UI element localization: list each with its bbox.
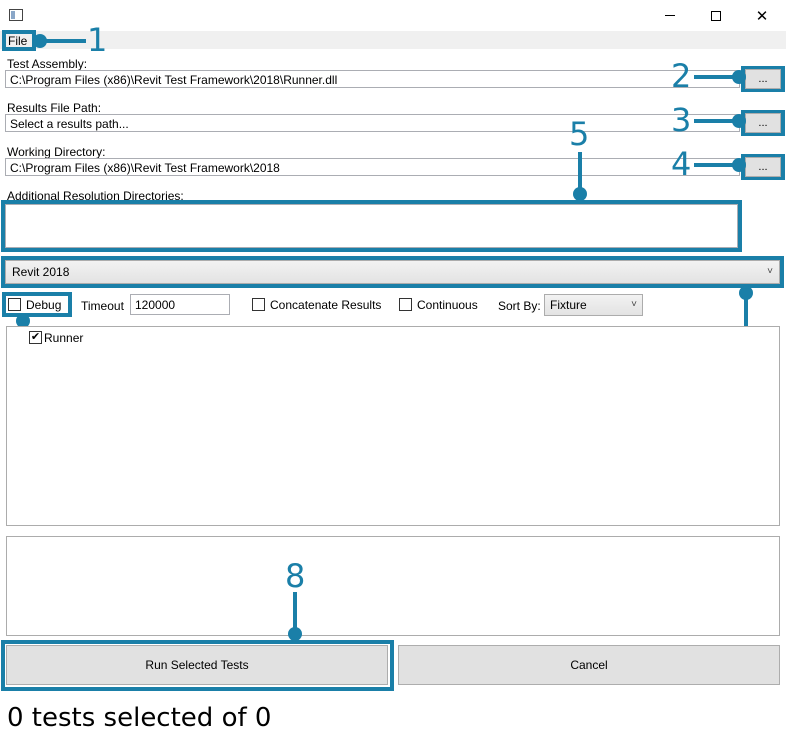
- maximize-icon: [711, 10, 721, 21]
- title-bar: ✕: [0, 0, 786, 31]
- callout-1-frame: [2, 30, 36, 51]
- callout-5-dot: [573, 187, 587, 201]
- debug-label: Debug: [26, 298, 62, 312]
- maximize-button[interactable]: [693, 0, 739, 31]
- sort-by-label: Sort By:: [498, 299, 541, 313]
- results-path-label: Results File Path:: [7, 101, 102, 115]
- sort-by-value: Fixture: [550, 298, 587, 312]
- callout-3-number: 3: [671, 101, 692, 139]
- concatenate-results-label: Concatenate Results: [270, 298, 382, 312]
- tree-item-runner-label[interactable]: Runner: [44, 331, 83, 345]
- working-dir-field[interactable]: C:\Program Files (x86)\Revit Test Framew…: [5, 158, 740, 176]
- menu-bar: [0, 31, 786, 49]
- sort-by-chevron-icon: ˅: [631, 299, 637, 310]
- revit-version-select[interactable]: Revit 2018 ˅: [5, 260, 780, 284]
- callout-3-dot: [732, 114, 746, 128]
- cancel-button[interactable]: Cancel: [398, 645, 780, 685]
- app-icon: [9, 9, 23, 21]
- minimize-icon: [665, 15, 675, 16]
- test-assembly-browse-button[interactable]: ...: [745, 69, 781, 89]
- output-panel: [6, 536, 780, 636]
- close-icon: ✕: [755, 6, 769, 25]
- sort-by-select[interactable]: Fixture ˅: [544, 294, 643, 316]
- runner-checkbox[interactable]: ✔: [29, 331, 42, 344]
- results-path-browse-button[interactable]: ...: [745, 113, 781, 133]
- callout-1-line: [40, 39, 86, 43]
- working-dir-browse-button[interactable]: ...: [745, 157, 781, 177]
- continuous-label: Continuous: [417, 298, 478, 312]
- results-path-field[interactable]: Select a results path...: [5, 114, 740, 132]
- test-assembly-field[interactable]: C:\Program Files (x86)\Revit Test Framew…: [5, 70, 740, 88]
- revit-version-value: Revit 2018: [12, 265, 70, 279]
- timeout-input[interactable]: 120000: [130, 294, 230, 315]
- timeout-label: Timeout: [81, 299, 124, 313]
- chevron-down-icon: ˅: [767, 266, 773, 277]
- close-button[interactable]: ✕: [739, 0, 785, 31]
- additional-dirs-field[interactable]: [5, 204, 738, 248]
- callout-1-number: 1: [87, 21, 108, 59]
- debug-checkbox[interactable]: [8, 298, 21, 311]
- test-assembly-label: Test Assembly:: [7, 57, 88, 71]
- callout-4-dot: [732, 158, 746, 172]
- continuous-checkbox[interactable]: [399, 298, 412, 311]
- working-dir-label: Working Directory:: [7, 145, 106, 159]
- run-selected-tests-button[interactable]: Run Selected Tests: [6, 645, 388, 685]
- callout-2-number: 2: [671, 57, 692, 95]
- callout-4-number: 4: [671, 145, 692, 183]
- status-text: 0 tests selected of 0: [7, 703, 272, 733]
- tests-tree-panel[interactable]: [6, 326, 780, 526]
- callout-8-line: [293, 592, 297, 630]
- callout-5-line: [578, 152, 582, 192]
- callout-8-number: 8: [285, 557, 306, 595]
- callout-5-number: 5: [569, 115, 590, 153]
- concatenate-results-checkbox[interactable]: [252, 298, 265, 311]
- callout-2-dot: [732, 70, 746, 84]
- minimize-button[interactable]: [647, 0, 693, 31]
